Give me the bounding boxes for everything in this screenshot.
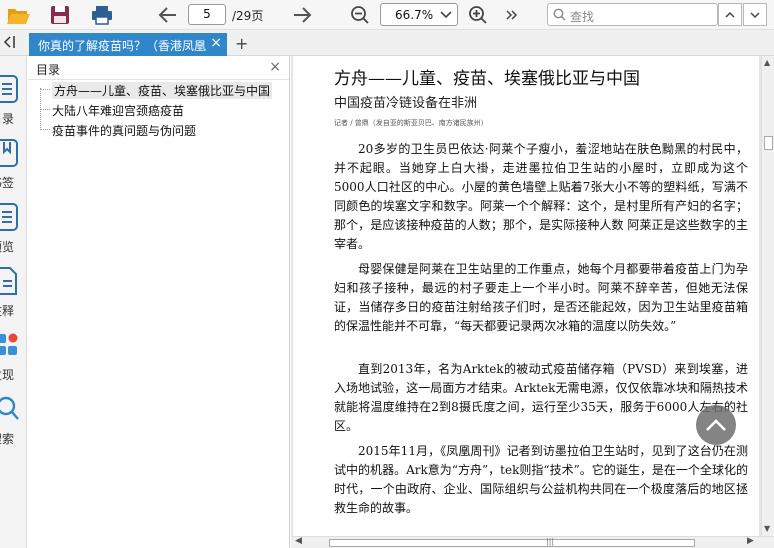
outline-item-label: 大陆八年难迎宫颈癌疫苗 [52,104,185,118]
collapse-sidebar-button[interactable] [0,34,18,52]
document-subtitle: 中国疫苗冷链设备在非洲 [334,96,478,111]
search-placeholder: 查找 [570,10,595,24]
toc-icon [0,75,18,103]
search-prev-button[interactable] [718,3,742,26]
scroll-to-top-button[interactable] [696,405,736,445]
search-icon [0,396,19,420]
search-input[interactable]: 查找 [547,3,718,26]
body-paragraph: 20多岁的卫生员巴依达·阿莱个子瘦小，羞涩地站在肤色黝黑的村民中，并不起眼。当她… [334,142,748,251]
double-chevron-right-icon[interactable] [499,2,525,28]
close-icon[interactable]: × [269,59,281,75]
outline-item-label: 方舟——儿童、疫苗、埃塞俄比亚与中国 [52,82,273,99]
rail-item-bookmark[interactable]: 书签 [0,138,26,196]
rail-label-preview: 预览 [0,240,15,254]
grip-icon: ||| [546,537,555,546]
document-byline: 记者 / 曾鼎（发自亚的斯亚贝巴、南方诸民族州） [334,119,488,127]
arrow-right-icon[interactable] [289,2,315,28]
vertical-scroll-thumb[interactable] [764,136,773,150]
rail-item-preview[interactable]: 预览 [0,202,26,260]
preview-icon [0,203,18,231]
print-icon[interactable] [89,2,115,28]
document-page: 方舟——儿童、疫苗、埃塞俄比亚与中国 中国疫苗冷链设备在非洲 记者 / 曾鼎（发… [293,56,759,540]
chevron-up-icon [725,11,735,18]
chevron-up-icon [706,419,726,431]
horizontal-scrollbar[interactable]: ◀ ||| ▶ [291,536,774,548]
tab-document-title: 你真的了解疫苗吗？（香港凤凰周刊） [38,39,206,53]
rail-label-discover: 发现 [0,368,15,382]
collapse-left-icon [3,36,15,48]
outline-header: 目录 × [28,56,289,80]
body-paragraph: 母婴保健是阿莱在卫生站里的工作重点，她每个月都要带着疫苗上门为孕妇和孩子接种，最… [334,262,748,333]
page-total-label: /29页 [232,9,264,23]
vertical-scrollbar[interactable]: ▲ ▼ [761,56,774,540]
rail-label-search: 搜索 [0,432,15,446]
document-viewport[interactable]: 方舟——儿童、疫苗、埃塞俄比亚与中国 中国疫苗冷链设备在非洲 记者 / 曾鼎（发… [291,56,774,548]
chevron-down-icon [439,7,453,24]
annotation-icon [0,267,17,295]
discover-icon [0,333,18,355]
rail-label-toc: 目录 [0,112,15,126]
horizontal-scroll-thumb[interactable]: ||| [329,537,695,547]
rail-item-toc[interactable]: 目录 [0,74,26,132]
document-title: 方舟——儿童、疫苗、埃塞俄比亚与中国 [334,69,640,89]
scroll-right-arrow-icon[interactable]: ▶ [747,536,754,546]
zoom-value: 66.7% [395,8,434,22]
outline-item-label: 疫苗事件的真问题与伪问题 [52,124,197,138]
outline-title: 目录 [36,63,61,77]
scroll-up-arrow-icon[interactable]: ▲ [764,58,770,67]
folder-open-icon[interactable] [6,2,32,28]
outline-panel: 目录 × 方舟——儿童、疫苗、埃塞俄比亚与中国 大陆八年难迎宫颈癌疫苗 疫苗事件… [28,56,290,548]
zoom-in-icon[interactable] [465,2,491,28]
rail-label-annotation: 注释 [0,304,15,318]
save-icon[interactable] [47,2,73,28]
tab-document[interactable]: 你真的了解疫苗吗？（香港凤凰周刊） × [29,33,227,56]
search-icon [553,8,566,24]
scroll-down-arrow-icon[interactable]: ▼ [764,524,770,533]
search-next-button[interactable] [743,3,767,26]
body-paragraph: 2015年11月，《凤凰周刊》记者到访墨拉伯卫生站时，见到了这台仍在测试中的机器… [334,444,748,515]
zoom-select[interactable]: 66.7% [380,3,458,26]
zoom-out-icon[interactable] [347,2,373,28]
rail-item-discover[interactable]: 发现 [0,330,26,388]
rail-label-bookmark: 书签 [0,176,15,190]
tab-bar: 你真的了解疫苗吗？（香港凤凰周刊） × + [0,30,774,56]
scroll-left-arrow-icon[interactable]: ◀ [295,536,302,546]
main-toolbar: 5 /29页 66.7% 查找 [0,0,774,30]
bookmark-icon [0,139,18,167]
arrow-left-icon[interactable] [155,2,181,28]
page-number-input[interactable]: 5 [188,4,226,25]
body-paragraph: 直到2013年，名为Arktek的被动式疫苗储存箱（PVSD）来到埃塞，进入场地… [334,362,748,433]
side-rail: 目录 书签 预览 注释 发现 搜索 [0,56,27,548]
close-icon[interactable]: × [210,35,222,51]
rail-item-annotation[interactable]: 注释 [0,266,26,324]
chevron-down-icon [750,11,760,18]
rail-item-search[interactable]: 搜索 [0,394,26,452]
add-tab-button[interactable]: + [235,34,248,53]
